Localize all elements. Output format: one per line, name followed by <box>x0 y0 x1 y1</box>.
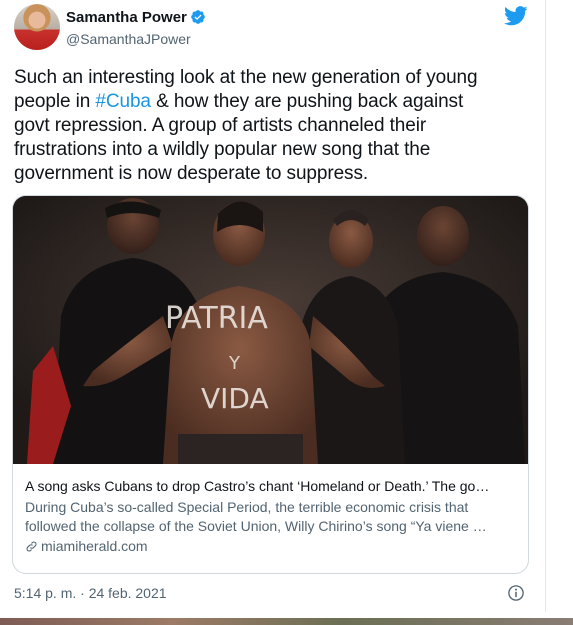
tweet-text-segment: people in <box>14 91 96 112</box>
image-text-line2: Y <box>228 353 241 374</box>
card-description: During Cuba’s so-called Special Period, … <box>25 498 516 536</box>
link-preview-card[interactable]: PATRIA Y VIDA A song asks Cubans to drop… <box>12 195 529 574</box>
card-image[interactable]: PATRIA Y VIDA <box>13 196 528 464</box>
author-handle[interactable]: @SamanthaJPower <box>66 31 191 47</box>
card-body: A song asks Cubans to drop Castro’s chan… <box>13 464 528 556</box>
author-name[interactable]: Samantha Power <box>66 9 187 26</box>
verified-badge-icon <box>191 10 205 24</box>
tweet-text: Such an interesting look at the new gene… <box>14 66 524 186</box>
column-divider <box>545 0 546 612</box>
tweet-line: frustrations into a wildly popular new s… <box>14 139 431 160</box>
card-title[interactable]: A song asks Cubans to drop Castro’s chan… <box>25 477 516 495</box>
tweet-timestamp[interactable]: 5:14 p. m. · 24 feb. 2021 <box>14 585 167 601</box>
tweet-page: Samantha Power @SamanthaJPower Such an i… <box>0 0 573 625</box>
band-photo: PATRIA Y VIDA <box>13 196 528 464</box>
tweet-line: Such an interesting look at the new gene… <box>14 67 478 88</box>
card-description-line: followed the collapse of the Soviet Unio… <box>25 518 487 534</box>
bottom-image-strip <box>0 618 573 625</box>
card-description-line: During Cuba’s so-called Special Period, … <box>25 499 469 515</box>
link-icon <box>26 541 37 552</box>
image-text-line3: VIDA <box>201 382 269 415</box>
image-text-line1: PATRIA <box>165 301 268 336</box>
info-icon[interactable] <box>507 584 525 602</box>
card-domain-text: miamiherald.com <box>41 538 148 554</box>
card-domain[interactable]: miamiherald.com <box>25 537 516 556</box>
hashtag-link[interactable]: #Cuba <box>95 91 151 112</box>
twitter-bird-icon[interactable] <box>504 6 528 26</box>
tweet-line: government is now desperate to suppress. <box>14 163 369 184</box>
author-avatar[interactable] <box>14 4 60 50</box>
tweet-line: people in #Cuba & how they are pushing b… <box>14 90 524 114</box>
tweet-text-segment: & how they are pushing back against <box>150 91 464 112</box>
tweet-line: govt repression. A group of artists chan… <box>14 115 427 136</box>
